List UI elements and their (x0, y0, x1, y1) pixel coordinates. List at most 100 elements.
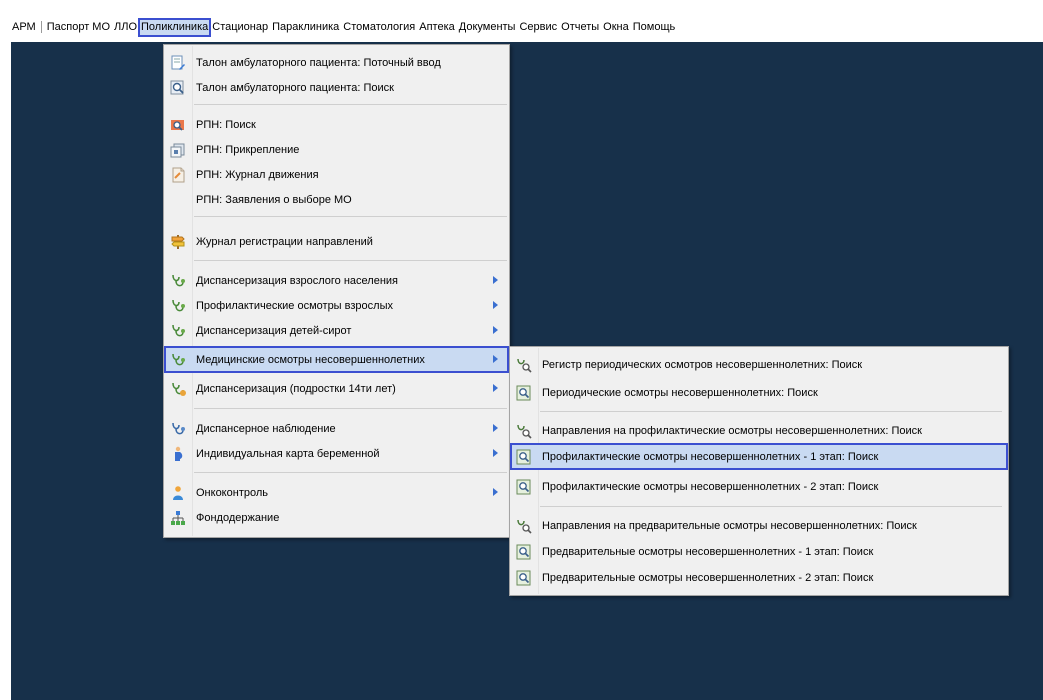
stethoscope-search-icon (515, 422, 533, 440)
menu-arm[interactable]: АРМ (10, 19, 38, 36)
doc-search-icon (515, 543, 533, 561)
menu-item-minors-medical-exams[interactable]: Медицинские осмотры несовершеннолетних (164, 346, 509, 373)
submenu-item-preliminary-stage1[interactable]: Предварительные осмотры несовершеннолетн… (511, 539, 1007, 564)
menu-help[interactable]: Помощь (631, 19, 678, 36)
stethoscope-search-icon (515, 356, 533, 374)
menu-divider (194, 472, 507, 473)
menu-item-orphans-dispensary[interactable]: Диспансеризация детей-сирот (165, 318, 508, 343)
ticket-edit-icon (169, 54, 187, 72)
menu-item-rpn-attach[interactable]: РПН: Прикрепление (165, 137, 508, 162)
rpn-attach-icon (169, 141, 187, 159)
menu-item-label: Диспансеризация взрослого населения (196, 274, 399, 287)
stethoscope-teen-icon (169, 380, 187, 398)
submenu-item-periodic-exams[interactable]: Периодические осмотры несовершеннолетних… (511, 380, 1007, 405)
submenu-item-preliminary-stage2[interactable]: Предварительные осмотры несовершеннолетн… (511, 565, 1007, 590)
submenu-arrow-icon (493, 449, 498, 457)
stethoscope-icon (169, 420, 187, 438)
submenu-item-preventive-stage2[interactable]: Профилактические осмотры несовершеннолет… (511, 474, 1007, 499)
stethoscope-icon (169, 351, 187, 369)
menu-item-label: РПН: Журнал движения (196, 168, 319, 181)
submenu-arrow-icon (493, 326, 498, 334)
submenu-item-label: Регистр периодических осмотров несоверше… (542, 358, 863, 371)
submenu-item-label: Предварительные осмотры несовершеннолетн… (542, 571, 874, 584)
menu-item-label: Онкоконтроль (196, 486, 268, 499)
stethoscope-icon (169, 322, 187, 340)
menu-dentistry[interactable]: Стоматология (341, 19, 417, 36)
doc-search-icon (515, 569, 533, 587)
menu-item-label: РПН: Прикрепление (196, 143, 300, 156)
submenu-item-preventive-referrals[interactable]: Направления на профилактические осмотры … (511, 418, 1007, 443)
menu-reports[interactable]: Отчеты (559, 19, 601, 36)
menu-item-label: РПН: Поиск (196, 118, 256, 131)
menu-item-label: Диспансерное наблюдение (196, 422, 336, 435)
empty-icon-slot (169, 191, 187, 209)
menu-item-dispensary-observation[interactable]: Диспансерное наблюдение (165, 416, 508, 441)
submenu-arrow-icon (493, 384, 498, 392)
submenu-item-label: Направления на профилактические осмотры … (542, 424, 922, 437)
menu-divider (194, 408, 507, 409)
rpn-journal-icon (169, 166, 187, 184)
submenu-arrow-icon (493, 424, 498, 432)
menu-item-oncocontrol[interactable]: Онкоконтроль (165, 480, 508, 505)
menu-item-label: Талон амбулаторного пациента: Поиск (196, 81, 394, 94)
rpn-search-icon (169, 116, 187, 134)
menu-item-teen-dispensary[interactable]: Диспансеризация (подростки 14ти лет) (165, 376, 508, 401)
menu-item-referral-journal[interactable]: Журнал регистрации направлений (165, 229, 508, 254)
submenu-arrow-icon (493, 276, 498, 284)
menu-item-label: Профилактические осмотры взрослых (196, 299, 393, 312)
menu-service[interactable]: Сервис (517, 19, 559, 36)
menu-item-label: Диспансеризация (подростки 14ти лет) (196, 382, 396, 395)
menu-documents[interactable]: Документы (457, 19, 518, 36)
menu-item-rpn-journal[interactable]: РПН: Журнал движения (165, 162, 508, 187)
menu-polyclinic[interactable]: Поликлиника (138, 17, 212, 37)
submenu-item-label: Профилактические осмотры несовершеннолет… (542, 450, 879, 463)
menu-pharmacy[interactable]: Аптека (417, 19, 457, 36)
submenu-arrow-icon (493, 355, 498, 363)
stethoscope-icon (169, 297, 187, 315)
menu-paraclinic[interactable]: Параклиника (270, 19, 341, 36)
menu-item-rpn-search[interactable]: РПН: Поиск (165, 112, 508, 137)
doc-search-icon (515, 478, 533, 496)
polyclinic-dropdown: Талон амбулаторного пациента: Поточный в… (163, 44, 510, 538)
pregnant-icon (169, 445, 187, 463)
submenu-item-preliminary-referrals[interactable]: Направления на предварительные осмотры н… (511, 513, 1007, 538)
submenu-item-label: Профилактические осмотры несовершеннолет… (542, 480, 879, 493)
menu-item-label: Журнал регистрации направлений (196, 235, 373, 248)
main-menubar: АРМ Паспорт МО ЛЛО Поликлиника Стационар… (0, 0, 1043, 42)
menu-item-pregnancy-card[interactable]: Индивидуальная карта беременной (165, 441, 508, 466)
hierarchy-icon (169, 509, 187, 527)
minors-exams-submenu: Регистр периодических осмотров несоверше… (509, 346, 1009, 596)
menu-windows[interactable]: Окна (601, 19, 631, 36)
menu-item-ticket-search[interactable]: Талон амбулаторного пациента: Поиск (165, 75, 508, 100)
menu-item-label: Индивидуальная карта беременной (196, 447, 380, 460)
person-icon (169, 484, 187, 502)
submenu-arrow-icon (493, 488, 498, 496)
menu-separator (40, 21, 42, 33)
menu-passport-mo[interactable]: Паспорт МО (45, 19, 112, 36)
menu-item-label: Фондодержание (196, 511, 280, 524)
menu-llo[interactable]: ЛЛО (112, 19, 139, 36)
doc-search-icon (515, 384, 533, 402)
submenu-arrow-icon (493, 301, 498, 309)
signpost-icon (169, 233, 187, 251)
menu-item-label: РПН: Заявления о выборе МО (196, 193, 352, 206)
menu-item-label: Медицинские осмотры несовершеннолетних (196, 353, 425, 366)
menu-item-adult-preventive[interactable]: Профилактические осмотры взрослых (165, 293, 508, 318)
submenu-item-label: Предварительные осмотры несовершеннолетн… (542, 545, 874, 558)
submenu-item-label: Направления на предварительные осмотры н… (542, 519, 917, 532)
menu-divider (540, 506, 1002, 507)
menu-item-fund-holding[interactable]: Фондодержание (165, 505, 508, 530)
stethoscope-search-icon (515, 517, 533, 535)
menu-item-adult-dispensary[interactable]: Диспансеризация взрослого населения (165, 268, 508, 293)
menu-item-ticket-stream[interactable]: Талон амбулаторного пациента: Поточный в… (165, 50, 508, 75)
menu-item-rpn-applications[interactable]: РПН: Заявления о выборе МО (165, 187, 508, 212)
menu-hospital[interactable]: Стационар (210, 19, 270, 36)
menu-divider (194, 260, 507, 261)
menu-item-label: Талон амбулаторного пациента: Поточный в… (196, 56, 441, 69)
menu-divider (540, 411, 1002, 412)
menu-item-label: Диспансеризация детей-сирот (196, 324, 352, 337)
submenu-item-preventive-stage1[interactable]: Профилактические осмотры несовершеннолет… (510, 443, 1008, 470)
submenu-item-label: Периодические осмотры несовершеннолетних… (542, 386, 818, 399)
ticket-search-icon (169, 79, 187, 97)
submenu-item-periodic-register[interactable]: Регистр периодических осмотров несоверше… (511, 352, 1007, 377)
